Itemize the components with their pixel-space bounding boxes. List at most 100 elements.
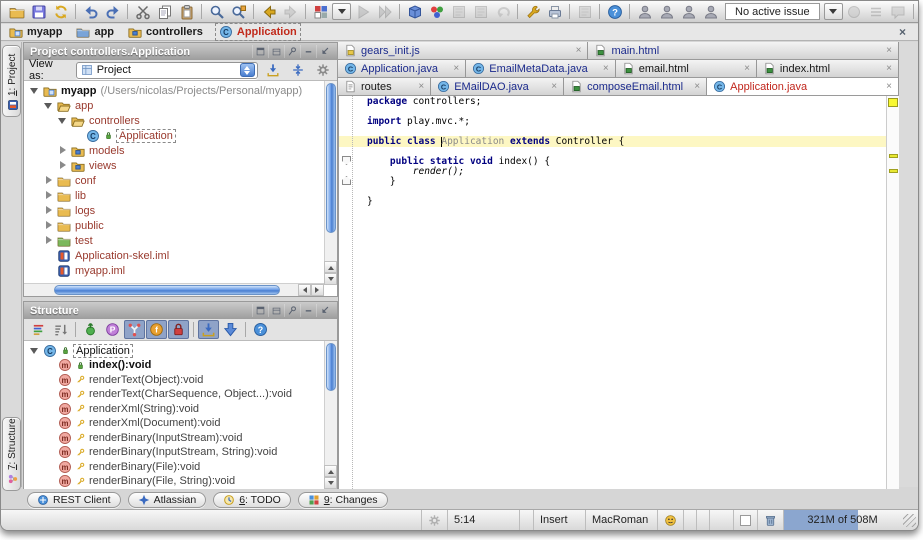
find-icon[interactable]: [206, 2, 227, 22]
scrollbar-thumb[interactable]: [326, 83, 336, 233]
breadcrumb-myapp[interactable]: myapp: [9, 25, 62, 39]
screenshot-icon[interactable]: [574, 2, 595, 22]
close-icon[interactable]: ×: [418, 82, 424, 92]
pin-icon[interactable]: [284, 304, 299, 317]
structure-panel-header[interactable]: Structure: [24, 302, 337, 319]
float-mode-icon[interactable]: [252, 304, 267, 317]
project-structure-icon[interactable]: [426, 2, 447, 22]
tab-main-html[interactable]: main.html×: [588, 42, 899, 59]
run-icon[interactable]: [352, 2, 373, 22]
close-icon[interactable]: ×: [694, 82, 700, 92]
close-icon[interactable]: ×: [453, 64, 459, 74]
resume-icon[interactable]: [374, 2, 395, 22]
insert-mode-cell[interactable]: Insert: [533, 510, 585, 530]
save-all-icon[interactable]: [28, 2, 49, 22]
undo-icon[interactable]: [80, 2, 101, 22]
close-icon[interactable]: ×: [576, 46, 582, 56]
tree-row-models[interactable]: models: [58, 143, 124, 158]
show-non-public-icon[interactable]: [168, 320, 189, 339]
tree-row-myapp-iml[interactable]: myapp.iml: [57, 263, 125, 278]
structure-row-method[interactable]: renderBinary(InputStream, String):void: [58, 445, 277, 460]
tree-row-logs[interactable]: logs: [44, 203, 95, 218]
collapsed-arrow-icon[interactable]: [44, 176, 53, 185]
autoscroll-from-source-icon[interactable]: [220, 320, 241, 339]
idetalk-user-icon-1[interactable]: [634, 2, 655, 22]
sort-alphabetically-icon[interactable]: [50, 320, 71, 339]
hide-icon[interactable]: [316, 304, 331, 317]
scrollbar-thumb[interactable]: [326, 343, 336, 391]
memory-indicator[interactable]: 321M of 508M: [783, 510, 901, 530]
expanded-arrow-icon[interactable]: [44, 101, 53, 110]
tab-composeemail-html[interactable]: composeEmail.html×: [564, 78, 707, 95]
structure-row-method[interactable]: renderXml(Document):void: [58, 416, 220, 431]
active-issue-combo[interactable]: No active issue: [725, 3, 820, 20]
replace-icon[interactable]: [228, 2, 249, 22]
structure-row-method[interactable]: renderXml(String):void: [58, 401, 199, 416]
autoscroll-to-source-icon[interactable]: [198, 320, 219, 339]
structure-row-application[interactable]: Application: [30, 343, 132, 358]
scroll-left-icon[interactable]: [298, 284, 311, 296]
structure-row-method[interactable]: renderBinary(File, String):void: [58, 474, 235, 489]
scroll-down-icon[interactable]: [324, 273, 337, 285]
tab-routes[interactable]: routes×: [338, 78, 431, 95]
forward-icon[interactable]: [280, 2, 301, 22]
active-issue-dropdown[interactable]: [824, 3, 843, 20]
scroll-up-icon[interactable]: [324, 465, 337, 477]
show-properties-icon[interactable]: [102, 320, 123, 339]
toolwindow-tab-structure[interactable]: 7: Structure: [2, 417, 21, 491]
help-icon[interactable]: [604, 2, 625, 22]
run-configurations-dropdown[interactable]: [332, 3, 351, 20]
close-icon[interactable]: ×: [886, 64, 892, 74]
view-members-icon[interactable]: [28, 320, 49, 339]
expanded-arrow-icon[interactable]: [30, 346, 39, 355]
breadcrumb-application[interactable]: Application: [217, 25, 299, 39]
structure-vertical-scrollbar[interactable]: [324, 341, 337, 489]
tab-emailmetadata-java[interactable]: EmailMetaData.java×: [466, 60, 615, 77]
toolwindow-button-todo[interactable]: 6: TODO: [213, 492, 291, 508]
tree-row-application[interactable]: Application: [86, 128, 175, 143]
open-icon[interactable]: [6, 2, 27, 22]
idetalk-user-icon-4[interactable]: [700, 2, 721, 22]
breadcrumb-app[interactable]: app: [76, 25, 114, 39]
compile-icon[interactable]: [470, 2, 491, 22]
tab-application-java[interactable]: Application.java×: [338, 60, 466, 77]
minimize-icon[interactable]: [300, 45, 315, 58]
expanded-arrow-icon[interactable]: [58, 116, 67, 125]
collapsed-arrow-icon[interactable]: [58, 161, 67, 170]
structure-row-method[interactable]: renderBinary(InputStream):void: [58, 430, 242, 445]
collapsed-arrow-icon[interactable]: [44, 206, 53, 215]
make-project-icon[interactable]: [448, 2, 469, 22]
idetalk-user-icon-2[interactable]: [656, 2, 677, 22]
show-fields-icon[interactable]: [146, 320, 167, 339]
caret-position-cell[interactable]: 5:14: [447, 510, 519, 530]
back-icon[interactable]: [258, 2, 279, 22]
export-settings-icon[interactable]: [544, 2, 565, 22]
run-configurations-icon[interactable]: [310, 2, 331, 22]
tree-row-myapp[interactable]: myapp (/Users/nicolas/Projects/Personal/…: [30, 83, 302, 98]
collapsed-arrow-icon[interactable]: [58, 146, 67, 155]
window-shade-icon[interactable]: [268, 45, 283, 58]
tree-row-public[interactable]: public: [44, 218, 104, 233]
close-icon[interactable]: ×: [603, 64, 609, 74]
project-tree-horizontal-scrollbar[interactable]: [24, 283, 324, 296]
message-icon[interactable]: [888, 2, 909, 22]
warning-stripe-mark[interactable]: [889, 169, 898, 173]
float-mode-icon[interactable]: [252, 45, 267, 58]
toolwindow-button-rest-client[interactable]: REST Client: [27, 492, 121, 508]
minimize-icon[interactable]: [300, 304, 315, 317]
cut-icon[interactable]: [132, 2, 153, 22]
tab-index-html[interactable]: index.html×: [757, 60, 899, 77]
paste-icon[interactable]: [176, 2, 197, 22]
idetalk-user-icon-3[interactable]: [678, 2, 699, 22]
scrollbar-thumb[interactable]: [54, 285, 280, 295]
structure-row-method[interactable]: renderText(Object):void: [58, 372, 203, 387]
window-resize-grip[interactable]: [903, 514, 916, 527]
collapsed-arrow-icon[interactable]: [44, 236, 53, 245]
issue-list-icon[interactable]: [866, 2, 887, 22]
toolwindow-tab-project[interactable]: 1: Project: [2, 45, 21, 117]
structure-row-method[interactable]: renderBinary(File):void: [58, 459, 200, 474]
tree-row-controllers[interactable]: controllers: [58, 113, 140, 128]
collapse-all-icon[interactable]: [289, 62, 308, 79]
close-icon[interactable]: ×: [886, 82, 892, 92]
redo-icon[interactable]: [102, 2, 123, 22]
